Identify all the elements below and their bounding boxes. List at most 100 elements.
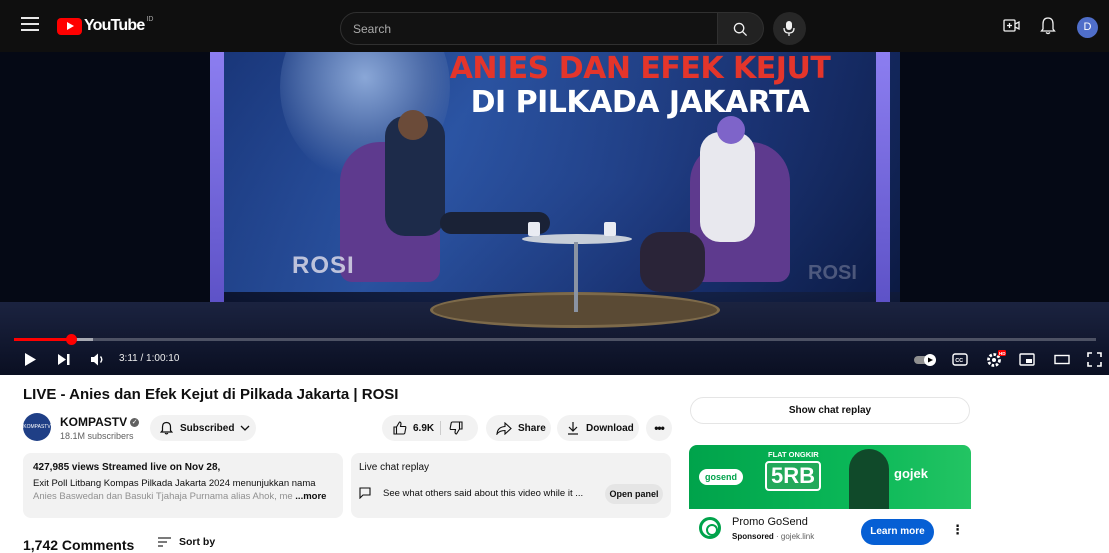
logo-text: YouTube <box>84 17 145 34</box>
headline-line1: ANIES DAN EFEK KEJUT <box>449 52 831 86</box>
description-text: Exit Poll Litbang Kompas Pilkada Jakarta… <box>33 477 333 503</box>
subscriber-count: 18.1M subscribers <box>60 431 134 441</box>
guest-head <box>398 110 428 140</box>
search-placeholder: Search <box>353 22 392 36</box>
ad-domain: gojek.link <box>780 532 815 541</box>
like-icon[interactable] <box>393 421 407 435</box>
light-bar-left <box>210 52 224 322</box>
bell-icon <box>160 421 173 435</box>
volume-icon[interactable] <box>90 352 106 367</box>
gojek-logo-icon[interactable] <box>699 517 721 539</box>
subtitles-icon[interactable]: CC <box>952 353 968 366</box>
ad-gojek-brand: gojek <box>894 466 928 481</box>
view-stats: 427,985 views Streamed live on Nov 28, <box>33 462 221 473</box>
show-chat-replay-button[interactable]: Show chat replay <box>690 397 970 424</box>
next-icon[interactable] <box>57 353 71 366</box>
download-label: Download <box>586 422 634 434</box>
miniplayer-icon[interactable] <box>1019 353 1035 366</box>
comments-count: 1,742 Comments <box>23 537 135 553</box>
headline-line2: DI PILKADA JAKARTA <box>470 85 810 120</box>
player-controls: 3:11 / 1:00:10 CC HD <box>0 344 1109 375</box>
search-button[interactable] <box>718 12 764 45</box>
account-avatar[interactable]: D <box>1077 17 1098 38</box>
stage-left-panel <box>0 52 210 322</box>
ad-banner[interactable]: gosend FLAT ONGKIR 5RB gojek <box>689 445 971 509</box>
description-box[interactable]: 427,985 views Streamed live on Nov 28, E… <box>23 453 343 518</box>
light-bar-right <box>876 52 890 322</box>
create-video-icon <box>1003 19 1020 32</box>
microphone-icon <box>783 21 795 36</box>
video-title: LIVE - Anies dan Efek Kejut di Pilkada J… <box>23 386 399 403</box>
studio-headline: ANIES DAN EFEK KEJUT DI PILKADA JAKARTA <box>440 52 840 120</box>
description-line2: Anies Baswedan dan Basuki Tjahaja Purnam… <box>33 491 293 502</box>
theater-mode-icon[interactable] <box>1054 354 1070 365</box>
live-chat-prompt-row: See what others said about this video wh… <box>359 487 583 499</box>
download-button[interactable]: Download <box>557 415 639 441</box>
table-leg <box>574 242 578 312</box>
sort-by-button[interactable]: Sort by <box>158 536 215 548</box>
youtube-play-icon <box>57 17 82 35</box>
bell-icon <box>1040 17 1056 35</box>
more-horizontal-icon: ••• <box>654 421 665 435</box>
svg-text:CC: CC <box>955 358 963 364</box>
subscribed-button[interactable]: Subscribed <box>150 415 256 441</box>
menu-icon[interactable] <box>21 17 39 31</box>
search-input[interactable]: Search <box>340 12 718 45</box>
channel-name[interactable]: KOMPASTV <box>60 415 127 429</box>
verified-icon: ✓ <box>130 418 140 428</box>
open-panel-button[interactable]: Open panel <box>605 484 663 504</box>
live-chat-replay-card: Live chat replay See what others said ab… <box>351 453 671 518</box>
search-icon <box>733 22 748 37</box>
chevron-down-icon <box>241 425 250 431</box>
ad-gosend-badge: gosend <box>699 469 744 485</box>
ad-title[interactable]: Promo GoSend <box>732 516 808 528</box>
progress-played <box>14 338 71 341</box>
watch-metadata: LIVE - Anies dan Efek Kejut di Pilkada J… <box>0 375 1109 553</box>
channel-avatar[interactable]: KOMPASTV <box>23 413 51 441</box>
stage-right-panel <box>900 52 1109 322</box>
mug-right <box>604 222 616 236</box>
dislike-icon[interactable] <box>449 421 463 435</box>
create-button[interactable] <box>1003 18 1020 38</box>
video-frame: ANIES DAN EFEK KEJUT DI PILKADA JAKARTA … <box>0 52 1109 375</box>
host-head <box>717 116 745 144</box>
sort-by-label: Sort by <box>179 536 216 548</box>
host-legs <box>640 232 705 292</box>
play-icon[interactable] <box>24 352 37 367</box>
sort-icon <box>158 537 171 547</box>
masthead: YouTube ID Search D <box>0 0 1109 52</box>
channel-name-row[interactable]: KOMPASTV ✓ <box>60 415 140 429</box>
youtube-logo[interactable]: YouTube ID <box>57 15 154 35</box>
autoplay-toggle-icon[interactable] <box>914 354 938 366</box>
ad-value: 5RB <box>765 461 822 491</box>
download-icon <box>568 422 578 435</box>
ad-sponsor-line: Sponsored · gojek.link <box>732 532 815 541</box>
time-display: 3:11 / 1:00:10 <box>119 353 180 364</box>
fullscreen-icon[interactable] <box>1087 352 1102 367</box>
ad-person-figure <box>849 449 889 509</box>
settings-icon[interactable]: HD <box>986 350 1006 368</box>
more-link[interactable]: ...more <box>295 491 326 502</box>
more-actions-button[interactable]: ••• <box>646 415 672 441</box>
learn-more-button[interactable]: Learn more <box>861 519 934 545</box>
live-chat-heading: Live chat replay <box>359 462 430 473</box>
share-button[interactable]: Share <box>486 415 551 441</box>
hd-badge: HD <box>999 351 1006 356</box>
mug-left <box>528 222 540 236</box>
subscribed-label: Subscribed <box>180 422 235 434</box>
notifications-button[interactable] <box>1040 16 1056 40</box>
ad-flat-ongkir: FLAT ONGKIR <box>768 450 819 459</box>
ad-more-vertical-icon[interactable]: ⋮ <box>951 522 964 538</box>
live-chat-prompt: See what others said about this video wh… <box>383 487 584 499</box>
ad-info-row: Promo GoSend Sponsored · gojek.link Lear… <box>689 509 971 548</box>
share-label: Share <box>518 422 546 434</box>
like-divider <box>440 421 441 435</box>
voice-search-button[interactable] <box>773 12 806 45</box>
like-count[interactable]: 6.9K <box>413 423 434 434</box>
chat-icon <box>359 487 371 499</box>
progress-bar[interactable] <box>14 334 1096 345</box>
share-icon <box>496 421 512 435</box>
video-player[interactable]: ANIES DAN EFEK KEJUT DI PILKADA JAKARTA … <box>0 52 1109 375</box>
country-code: ID <box>146 15 154 23</box>
description-line1: Exit Poll Litbang Kompas Pilkada Jakarta… <box>33 478 316 489</box>
